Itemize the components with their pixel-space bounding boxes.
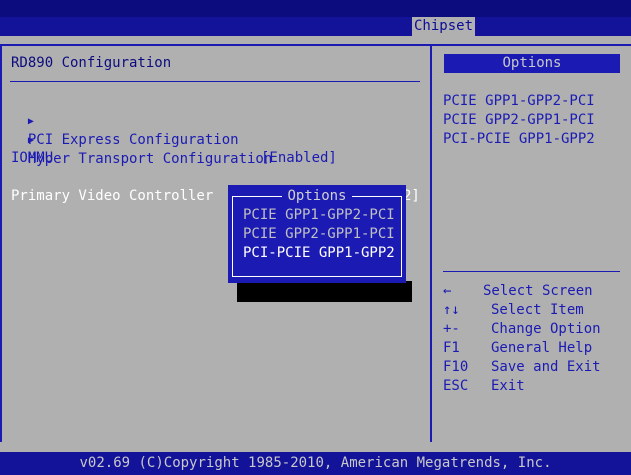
help-desc: Select Screen xyxy=(483,283,593,299)
options-header: Options xyxy=(444,54,620,73)
help-key-f10: F10 xyxy=(443,359,469,375)
help-divider xyxy=(443,271,620,272)
panel-top-border xyxy=(0,44,631,46)
help-key-f1: F1 xyxy=(443,340,460,356)
popup-option[interactable]: PCIE GPP2-GPP1-PCI xyxy=(243,225,395,244)
help-desc: General Help xyxy=(491,340,593,356)
section-divider xyxy=(10,81,420,82)
help-key-esc: ESC xyxy=(443,378,469,394)
section-title: RD890 Configuration xyxy=(11,55,172,71)
setting-iommu-label: IOMMU xyxy=(11,150,54,166)
copyright-footer: v02.69 (C)Copyright 1985-2010, American … xyxy=(0,452,631,475)
option-description: PCIE GPP1-GPP2-PCI xyxy=(443,93,595,109)
setting-iommu-value[interactable]: [Enabled] xyxy=(261,149,337,168)
help-desc: Exit xyxy=(491,378,525,394)
help-key-left-arrow: ← xyxy=(443,283,452,299)
popup-title: Options xyxy=(228,187,406,206)
help-desc: Save and Exit xyxy=(491,359,601,375)
popup-title-text: Options xyxy=(282,188,352,204)
tab-chipset[interactable]: Chipset xyxy=(412,17,476,36)
help-desc: Select Item xyxy=(491,302,584,318)
popup-option-selected[interactable]: PCI-PCIE GPP1-GPP2 xyxy=(243,244,395,263)
popup-shadow xyxy=(237,281,412,302)
help-key-up-down: ↑↓ xyxy=(443,302,460,318)
setting-primary-video-label[interactable]: Primary Video Controller xyxy=(11,187,213,206)
help-desc: Change Option xyxy=(491,321,601,337)
submenu-label: Hyper Transport Configuration xyxy=(27,151,273,167)
option-description: PCIE GPP2-GPP1-PCI xyxy=(443,112,595,128)
popup-option[interactable]: PCIE GPP1-GPP2-PCI xyxy=(243,206,395,225)
submenu-arrow-icon: ▶ xyxy=(27,135,34,146)
top-stripe xyxy=(0,0,631,17)
panel-left-border xyxy=(0,44,2,442)
options-popup[interactable]: Options PCIE GPP1-GPP2-PCI PCIE GPP2-GPP… xyxy=(228,185,406,283)
option-description: PCI-PCIE GPP1-GPP2 xyxy=(443,131,595,147)
help-key-plus-minus: +- xyxy=(443,321,460,337)
